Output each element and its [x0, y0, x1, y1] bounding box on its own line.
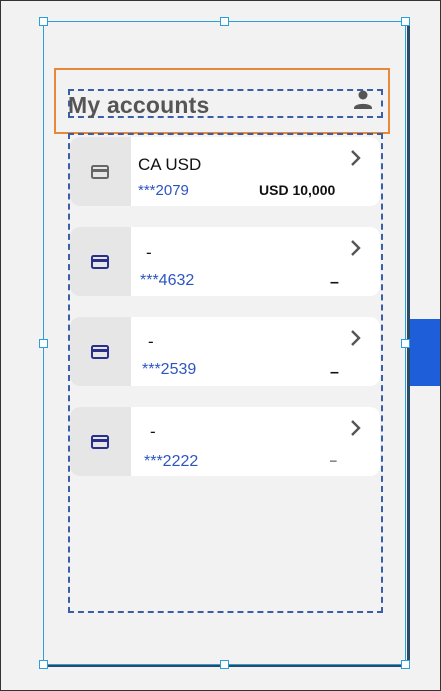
resize-handle-bottom-right[interactable] — [401, 660, 410, 669]
account-balance: – — [330, 364, 339, 381]
account-balance: – — [330, 453, 337, 467]
account-name: - — [146, 243, 152, 262]
account-card[interactable]: - ***4632 – — [70, 227, 380, 296]
account-card[interactable]: CA USD ***2079 USD 10,000 — [70, 137, 380, 206]
account-number: ***2539 — [142, 361, 197, 378]
account-balance: USD 10,000 — [259, 182, 336, 198]
card-icon-box — [70, 137, 131, 206]
resize-handle-top-right[interactable] — [401, 17, 410, 26]
chevron-right-icon — [351, 240, 361, 256]
card-icon-box — [70, 407, 131, 476]
account-number: ***2222 — [144, 453, 199, 470]
chevron-right-icon — [351, 420, 361, 436]
account-card[interactable]: - ***2222 – — [70, 407, 380, 476]
card-icon-box — [70, 227, 131, 296]
credit-card-icon — [91, 435, 109, 449]
resize-handle-bottom-left[interactable] — [39, 660, 48, 669]
person-icon[interactable] — [352, 89, 374, 111]
account-name: - — [148, 332, 154, 351]
side-panel-tab[interactable] — [410, 319, 441, 386]
design-canvas: My accounts CA USD ***2079 USD 10,000 - … — [0, 0, 441, 691]
resize-handle-bottom-center[interactable] — [220, 660, 229, 669]
card-icon-box — [70, 317, 131, 386]
account-number: ***2079 — [138, 182, 189, 199]
resize-handle-top-center[interactable] — [220, 17, 229, 26]
chevron-right-icon — [351, 150, 361, 166]
credit-card-icon — [91, 345, 109, 359]
account-number: ***4632 — [140, 272, 195, 289]
page-title: My accounts — [68, 92, 210, 118]
chevron-right-icon — [351, 330, 361, 346]
resize-handle-middle-left[interactable] — [39, 339, 48, 348]
account-name: - — [150, 422, 156, 441]
account-balance: – — [330, 274, 339, 291]
credit-card-icon — [91, 165, 109, 179]
credit-card-icon — [91, 255, 109, 269]
resize-handle-top-left[interactable] — [39, 17, 48, 26]
account-name: CA USD — [138, 155, 202, 174]
account-card[interactable]: - ***2539 – — [70, 317, 380, 386]
resize-handle-middle-right[interactable] — [401, 339, 410, 348]
